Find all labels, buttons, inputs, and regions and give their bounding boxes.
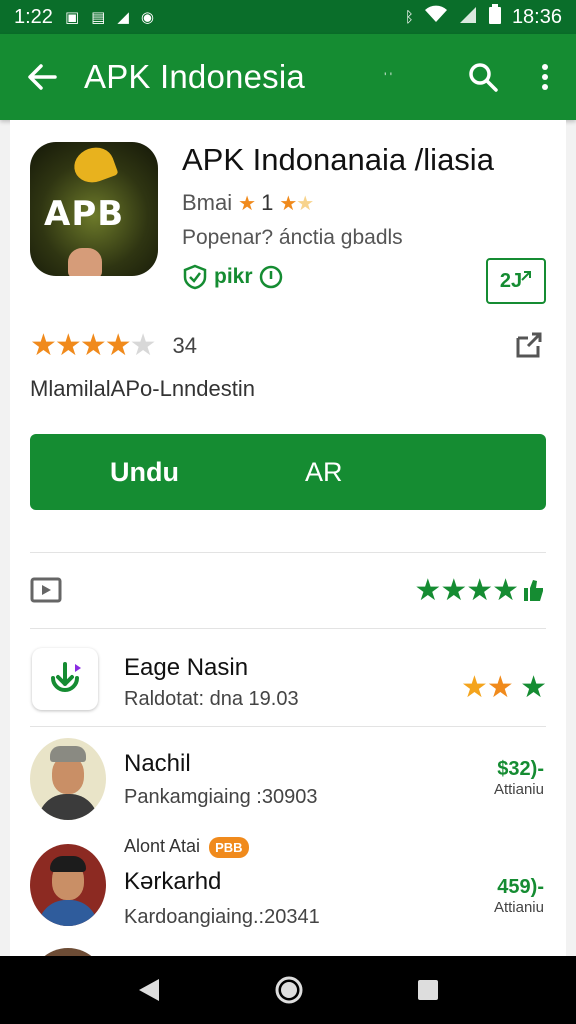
rating-row: ★★★★★ 34 [30, 328, 197, 363]
more-options-button[interactable] [514, 34, 576, 120]
status-bar: 1:22 ▣ ▤ ◢ ◉ ᛒ 18:36 [0, 0, 576, 34]
app-detail-card: APB APK Indonanaia /liasia Bmai ★ 1 ★★ P… [10, 120, 566, 960]
share-box-label: 2J [499, 269, 523, 292]
mini-badge: PBB [209, 836, 249, 858]
app-logo: APB [30, 142, 158, 276]
download-app-icon [32, 648, 98, 710]
developer-name[interactable]: Bmai [182, 190, 232, 216]
navigation-bar [0, 956, 576, 1024]
price-info: $32)- Attianiu [494, 758, 544, 798]
back-button[interactable] [0, 34, 84, 120]
avatar [30, 738, 106, 820]
list-item-title: Kərkarhd [124, 868, 222, 895]
app-bar: APK Indonesia ' ' [0, 34, 576, 120]
video-icon[interactable] [30, 577, 62, 603]
developer-stars: ★ [238, 192, 256, 215]
list-item-meta: Pankamgiaing :30903 [124, 786, 318, 808]
app-logo-text: APB [44, 194, 125, 234]
price-sub: Attianiu [493, 781, 544, 798]
share-icon[interactable] [514, 328, 546, 360]
wifi-icon [424, 5, 448, 29]
list-item-label: Alont Atai [124, 836, 201, 856]
recents-nav-button[interactable] [417, 979, 439, 1001]
arrow-up-right-icon [521, 271, 532, 281]
list-item-meta: Raldotat: dna 19.03 [124, 688, 299, 710]
rating-count: 34 [172, 332, 198, 358]
share-box-button[interactable]: 2J [486, 258, 546, 304]
search-button[interactable] [452, 34, 514, 120]
price-sub: Attianiu [493, 899, 544, 916]
search-icon [469, 63, 498, 92]
home-nav-button[interactable] [274, 975, 304, 1005]
list-item[interactable]: Eage Nasin Raldotat: dna 19.03 ★★ ★ [30, 636, 547, 736]
media-row: ★★★★ [30, 566, 546, 614]
list-item-title: Nachil [124, 750, 191, 777]
price-amount: $32)- [497, 758, 544, 780]
hand-shape [68, 248, 102, 276]
developer-rating: 1 [261, 190, 274, 215]
green-rating-stars: ★★★★ [414, 573, 546, 608]
message-icon: ▤ [91, 8, 106, 26]
list-item-thumb [32, 648, 98, 710]
shield-icon [183, 264, 207, 290]
list-item[interactable]: Nachil Pankamgiaing :30903 $32)- Attiani… [30, 732, 546, 832]
more-vert-icon [542, 64, 548, 90]
location-icon: ◉ [140, 8, 154, 26]
app-bar-extra-text: ' ' [384, 70, 392, 84]
app-bar-title: APK Indonesia [84, 58, 305, 95]
app-name: APK Indonanaia /liasia [182, 142, 494, 177]
developer-row: Bmai ★ 1 ★★ [182, 190, 314, 216]
avatar [30, 844, 106, 926]
install-button-label: Undu [110, 456, 179, 487]
status-time: 1:22 [14, 5, 53, 28]
list-item-label-row: Alont Atai PBB [124, 836, 249, 858]
divider [30, 628, 546, 629]
divider [30, 726, 546, 727]
send-icon: ◢ [117, 8, 129, 26]
list-item-stars: ★★ ★ [460, 671, 547, 704]
rating-stars: ★★★★★ [30, 329, 157, 362]
install-button-secondary: AR [304, 456, 343, 487]
thumbs-up-icon [524, 580, 543, 601]
leaf-shape [69, 142, 119, 188]
divider [30, 552, 546, 553]
bluetooth-icon: ᛒ [404, 8, 414, 26]
price-amount: 459)- [497, 876, 544, 898]
list-item-meta: Kardoangiaing.:20341 [124, 906, 320, 928]
info-icon [259, 265, 282, 289]
back-nav-button[interactable] [137, 977, 161, 1003]
list-item-title: Eage Nasin [124, 654, 249, 681]
list-item[interactable]: Alont Atai PBB Kərkarhd Kardoangiaing.:2… [30, 828, 546, 948]
arrow-left-icon [28, 64, 57, 90]
badge-label: pikr [214, 265, 253, 288]
battery-icon [488, 4, 502, 30]
app-subtitle: Popenar? ánctia gbadls [182, 226, 403, 249]
app-tagline: MlamilalAPo-Lnndestin [30, 376, 255, 401]
price-info: 459)- Attianiu [494, 876, 544, 916]
verified-badge-row: pikr [182, 264, 283, 290]
developer-stars-2: ★★ [279, 192, 314, 215]
status-clock-right: 18:36 [511, 5, 562, 28]
notification-icon: ▣ [64, 8, 80, 26]
signal-icon [458, 5, 478, 29]
install-button[interactable]: Undu AR [30, 434, 546, 510]
